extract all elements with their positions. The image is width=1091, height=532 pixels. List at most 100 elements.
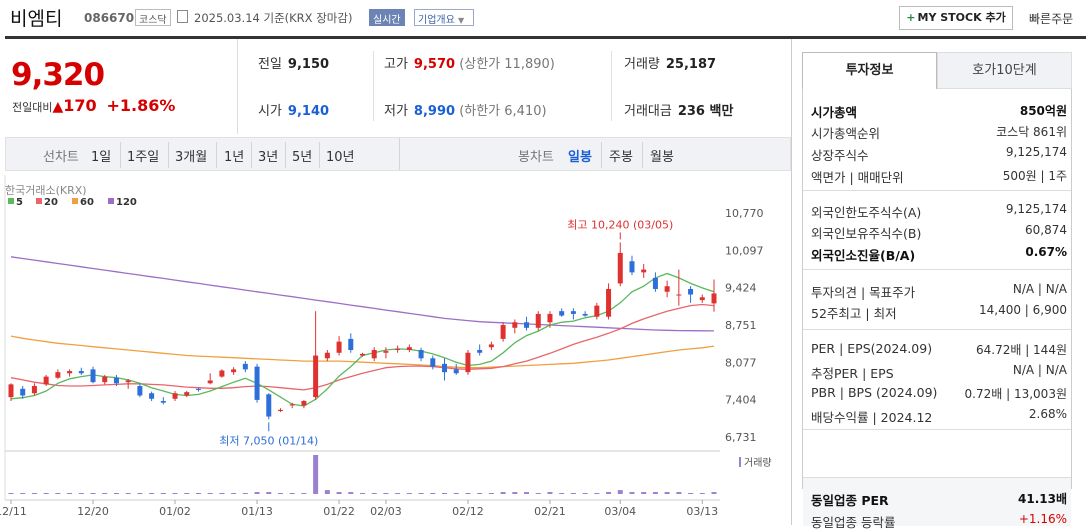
chart-source-label: 한국거래소(KRX) [5,184,87,197]
x-tick-label: 01/22 [323,505,355,518]
document-icon[interactable] [177,10,188,23]
legend-swatch [72,198,78,204]
candle-body [547,313,553,323]
candle-body [301,401,307,406]
candle-body [664,286,670,292]
candle-body [418,349,424,359]
tab-investment-info[interactable]: 투자정보 [802,52,937,89]
date-info: 2025.03.14 기준(KRX 장마감) [194,11,353,25]
candle-body [160,401,166,403]
candle-body [55,372,61,378]
divider [803,269,1071,270]
period-monthly[interactable]: 월봉 [650,146,674,165]
legend-swatch [8,198,14,204]
divider [251,142,252,168]
volume-bar [195,493,201,494]
quick-order-link[interactable]: 빠른주문 [1029,10,1073,27]
info-value: 850억원 [1019,104,1067,118]
stat-limit: (상한가 11,890) [459,57,555,72]
x-tick-label: 01/13 [241,505,273,518]
volume-bar [453,493,459,494]
volume-bar [313,455,319,494]
volume-bar [55,493,61,494]
volume-bar [652,492,658,494]
info-row: 동일업종 등락률 +1.16% [811,512,1067,532]
period-1d[interactable]: 1일 [91,146,111,165]
volume-bar [242,493,248,494]
volume-legend-swatch [739,457,741,467]
volume-bar [465,493,471,494]
company-overview-dropdown[interactable]: 기업개요 ▼ [414,9,474,26]
volume-bar [699,493,705,494]
candle-body [395,348,401,350]
info-row: 외국인소진율(B/A) 0.67% [811,245,1067,265]
volume-bar [488,493,494,494]
period-weekly[interactable]: 주봉 [609,146,633,165]
info-row: 배당수익률 | 2024.12 2.68% [811,407,1067,427]
ma60-line [10,335,715,369]
info-value: 9,125,174 [1005,202,1067,216]
price-stats: 전일 9,150 시가 9,140 고가 9,570 (상한가 11,890) 저가 8… [238,39,791,134]
divider [319,142,320,168]
info-value: 0.67% [1025,245,1067,259]
period-10y[interactable]: 10년 [326,146,355,165]
stat-value: 9,150 [287,57,330,72]
volume-bar [641,492,647,494]
stat-high: 고가 9,570 (상한가 11,890) [384,53,555,72]
candle-body [266,394,272,417]
candle-body [90,369,96,383]
mystock-add-button[interactable]: + MY STOCK 추가 [899,6,1013,30]
volume-bar [629,492,635,494]
realtime-button[interactable]: 실시간 [369,9,405,26]
info-label: 동일업종 등락률 [811,515,896,530]
period-1y[interactable]: 1년 [224,146,244,165]
info-row: 외국인보유주식수(B) 60,874 [811,223,1067,243]
line-chart-label: 선차트 [43,150,79,165]
stat-label: 전일 [258,57,282,72]
legend-label: 5 [16,197,23,208]
volume-bar [594,493,600,494]
stock-chart[interactable]: 10,770 10,097 9,424 8,751 8,077 7,404 6,731 한국거… [0,175,791,525]
candle-body [617,252,623,284]
period-5y[interactable]: 5년 [292,146,312,165]
info-row: 52주최고 | 최저 14,400 | 6,900 [811,303,1067,323]
info-value: 60,874 [1025,223,1067,237]
candle-body [500,325,506,339]
period-3m[interactable]: 3개월 [175,146,207,165]
volume-bar [477,493,483,494]
candle-body [78,371,84,374]
min-annotation: 최저 7,050 (01/14) [219,434,318,447]
candle-body [688,288,694,295]
volume-bar [371,493,377,494]
stat-prev: 전일 9,150 [258,53,329,72]
stat-amount: 거래대금 236 백만 [624,100,733,119]
volume-bar [137,493,143,494]
volume-bar [418,493,424,494]
volume-bar [125,493,131,494]
candle-body [699,297,705,301]
period-3y[interactable]: 3년 [258,146,278,165]
period-1w[interactable]: 1주일 [127,146,159,165]
info-label: PBR | BPS (2024.09) [811,385,938,400]
candle-body [289,404,295,406]
candle-body [570,311,576,314]
divider [373,51,374,121]
candle-body [172,393,178,399]
stat-label: 고가 [384,57,408,72]
info-row: 시가총액 850억원 [811,102,1067,122]
candle-body [324,352,330,359]
candle-body [137,386,143,396]
divider [803,477,1071,478]
change-label: 전일대비 [12,101,53,114]
candle-body [453,369,459,374]
candle-body [465,352,471,373]
period-daily[interactable]: 일봉 [568,146,592,165]
info-row: PBR | BPS (2024.09) 0.72배 | 13,003원 [811,385,1067,405]
info-row: 시가총액순위 코스닥 861위 [811,123,1067,143]
candle-chart-label: 봉차트 [518,150,554,165]
legend-swatch [36,198,42,204]
volume-bar [606,492,612,494]
x-tick-label: 01/02 [159,505,191,518]
divider [601,142,602,168]
tab-orderbook[interactable]: 호가10단계 [937,52,1072,89]
